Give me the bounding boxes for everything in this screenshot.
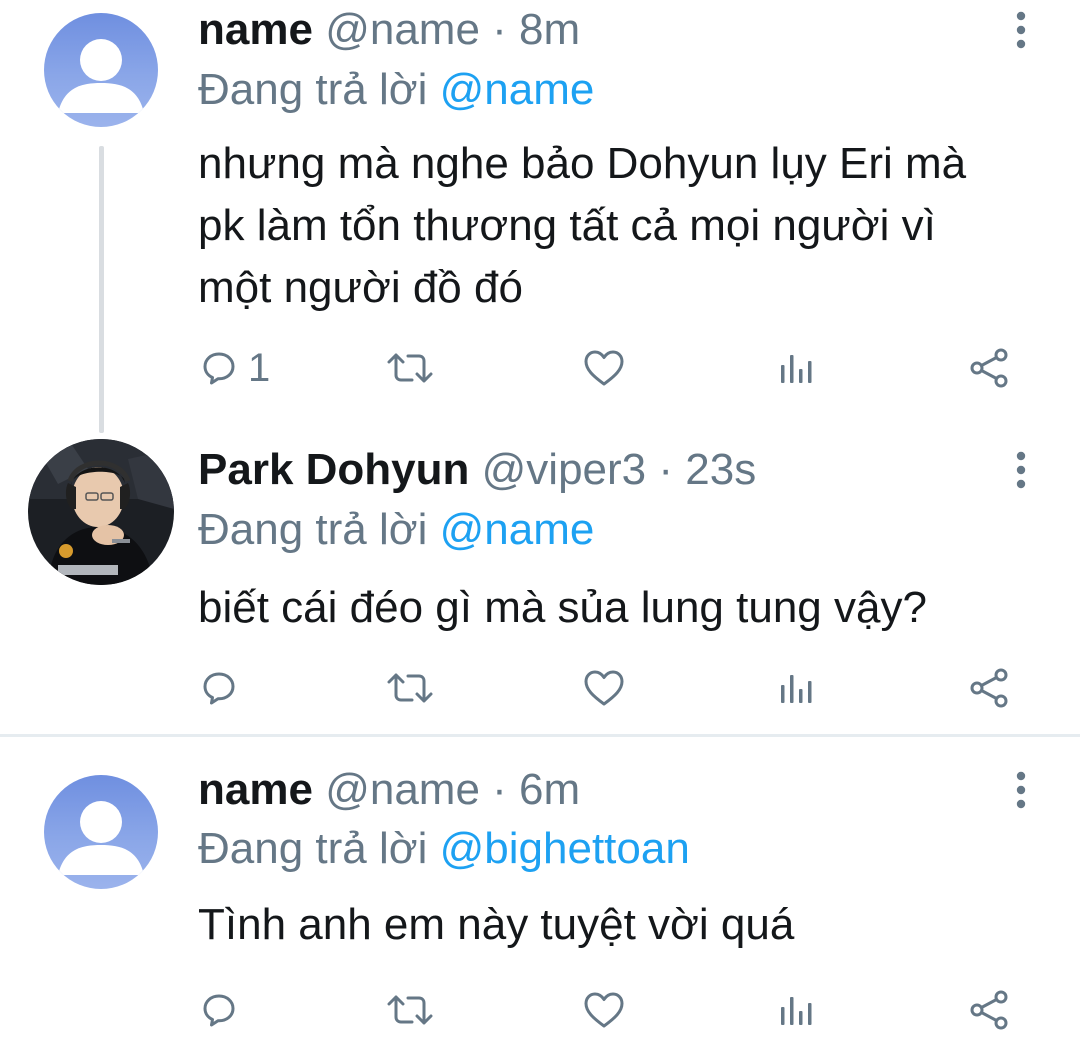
- tweet-2[interactable]: Park Dohyun @viper3 · 23s Đang trả lời @…: [0, 430, 1080, 735]
- retweet-button[interactable]: [386, 658, 434, 718]
- tweet-actions: [0, 658, 1080, 718]
- default-avatar-icon: [58, 801, 144, 875]
- tweet-actions: 1: [0, 338, 1080, 398]
- replying-to: Đang trả lời @name: [198, 64, 594, 116]
- avatar[interactable]: [44, 13, 158, 127]
- reply-button[interactable]: [202, 980, 248, 1040]
- replying-to: Đang trả lời @name: [198, 504, 594, 556]
- heart-icon: [584, 992, 624, 1028]
- like-button[interactable]: [583, 338, 625, 398]
- mention-link[interactable]: @name: [440, 65, 595, 114]
- separator: ·: [492, 5, 507, 54]
- user-handle[interactable]: @name: [325, 765, 480, 814]
- analytics-button[interactable]: [779, 980, 815, 1040]
- retweet-icon: [387, 673, 433, 703]
- tweet-text: nhưng mà nghe bảo Dohyun lụy Eri mà pk l…: [198, 139, 967, 312]
- retweet-button[interactable]: [386, 980, 434, 1040]
- replying-to-label: Đang trả lời: [198, 505, 428, 554]
- tweet-3[interactable]: name @name · 6m Đang trả lời @bighettoan…: [0, 737, 1080, 1058]
- share-icon: [970, 668, 1008, 708]
- retweet-icon: [387, 995, 433, 1025]
- default-avatar-icon: [58, 39, 144, 113]
- heart-icon: [584, 350, 624, 386]
- share-button[interactable]: [968, 980, 1010, 1040]
- display-name[interactable]: name: [198, 765, 313, 814]
- mention-link[interactable]: @bighettoan: [440, 824, 690, 873]
- replying-to-label: Đang trả lời: [198, 65, 428, 114]
- more-vertical-icon: [1016, 771, 1026, 809]
- timestamp[interactable]: 8m: [519, 5, 580, 54]
- more-vertical-icon: [1016, 11, 1026, 49]
- profile-photo: [28, 439, 174, 585]
- separator: ·: [658, 445, 674, 494]
- tweet-actions: [0, 980, 1080, 1040]
- share-button[interactable]: [968, 658, 1010, 718]
- like-button[interactable]: [583, 980, 625, 1040]
- retweet-icon: [387, 353, 433, 383]
- separator: ·: [492, 765, 507, 814]
- share-button[interactable]: [968, 338, 1010, 398]
- reply-icon: [203, 994, 235, 1027]
- analytics-button[interactable]: [779, 338, 815, 398]
- more-button[interactable]: [1008, 8, 1034, 52]
- analytics-button[interactable]: [779, 658, 815, 718]
- user-handle[interactable]: @viper3: [482, 445, 647, 494]
- share-icon: [970, 348, 1008, 388]
- retweet-button[interactable]: [386, 338, 434, 398]
- reply-button[interactable]: 1: [202, 338, 270, 398]
- analytics-icon: [781, 997, 812, 1025]
- heart-icon: [584, 670, 624, 706]
- timestamp[interactable]: 6m: [519, 765, 580, 814]
- tweet-header: name @name · 6m: [198, 764, 580, 816]
- share-icon: [970, 990, 1008, 1030]
- user-handle[interactable]: @name: [325, 5, 480, 54]
- analytics-icon: [781, 675, 812, 703]
- more-vertical-icon: [1016, 451, 1026, 489]
- analytics-icon: [781, 355, 812, 383]
- reply-button[interactable]: [202, 658, 248, 718]
- mention-link[interactable]: @name: [440, 505, 595, 554]
- replying-to-label: Đang trả lời: [198, 824, 428, 873]
- reply-count: 1: [248, 345, 271, 390]
- avatar[interactable]: [44, 775, 158, 889]
- more-button[interactable]: [1008, 768, 1034, 812]
- tweet-1[interactable]: name @name · 8m Đang trả lời @name nhưng…: [0, 0, 1080, 433]
- tweet-header: name @name · 8m: [198, 4, 580, 56]
- tweet-text: biết cái đéo gì mà sủa lung tung vậy?: [198, 583, 927, 632]
- replying-to: Đang trả lời @bighettoan: [198, 823, 690, 875]
- timestamp[interactable]: 23s: [685, 445, 756, 494]
- reply-icon: [203, 352, 235, 385]
- more-button[interactable]: [1008, 448, 1034, 492]
- avatar[interactable]: [28, 439, 174, 585]
- tweet-header: Park Dohyun @viper3 · 23s: [198, 444, 756, 496]
- like-button[interactable]: [583, 658, 625, 718]
- display-name[interactable]: name: [198, 5, 313, 54]
- reply-icon: [203, 672, 235, 705]
- display-name[interactable]: Park Dohyun: [198, 445, 469, 494]
- tweet-text: Tình anh em này tuyệt vời quá: [198, 900, 795, 949]
